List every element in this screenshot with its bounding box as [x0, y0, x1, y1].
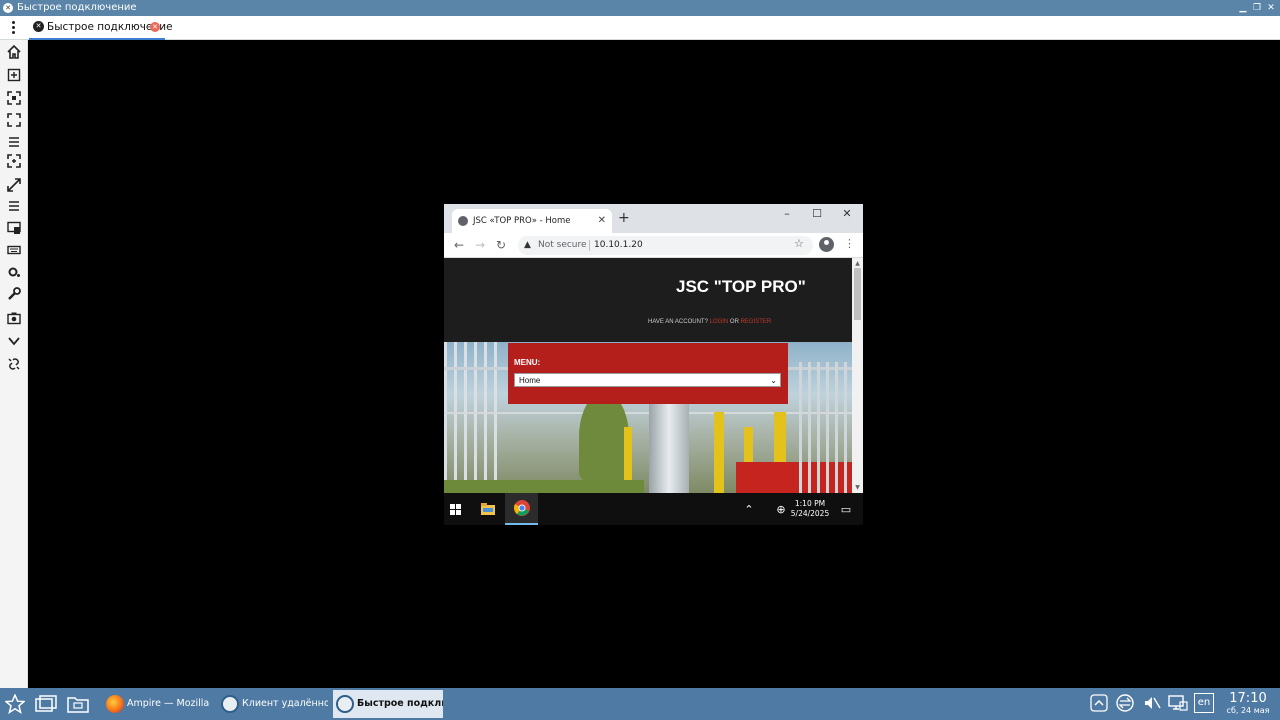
divider — [589, 240, 590, 251]
browser-tab[interactable]: JSC «TOP PRO» - Home ✕ — [452, 209, 612, 233]
display-icon[interactable] — [1168, 693, 1188, 713]
task-label: Ampire — Mozilla ... — [127, 698, 213, 709]
firefox-icon — [106, 695, 124, 713]
close-tab-icon[interactable]: ✕ — [598, 209, 606, 233]
main-menu-button[interactable] — [6, 20, 20, 38]
menu-select[interactable]: Home ⌄ — [514, 373, 781, 387]
chevron-down-icon: ⌄ — [770, 376, 777, 385]
window-title: Быстрое подключение — [17, 2, 137, 13]
warning-icon: ▲ — [524, 240, 531, 250]
profile-icon[interactable] — [819, 237, 834, 252]
scroll-thumb[interactable] — [854, 268, 861, 320]
remmina-icon — [336, 695, 354, 713]
minimize-toolbar-icon[interactable] — [5, 332, 23, 350]
remmina-icon: ✕ — [33, 21, 44, 32]
menu-select-value: Home — [519, 376, 541, 385]
new-window-icon[interactable] — [5, 66, 23, 84]
web-page: JSC "TOP PRO" HAVE AN ACCOUNT? LOGIN OR … — [444, 258, 852, 493]
multi-monitor-icon[interactable] — [5, 219, 23, 237]
minimize-icon[interactable]: – — [777, 207, 797, 220]
account-line: HAVE AN ACCOUNT? LOGIN OR REGISTER — [648, 319, 771, 325]
volume-muted-icon[interactable] — [1142, 693, 1162, 713]
show-desktop-icon[interactable] — [35, 691, 57, 717]
task-firefox[interactable]: Ampire — Mozilla ... — [103, 690, 213, 718]
keyboard-layout[interactable]: en — [1194, 693, 1214, 713]
close-icon[interactable]: ✕ — [837, 207, 857, 220]
minimize-icon[interactable]: ▁ — [1236, 0, 1250, 16]
disconnect-icon[interactable] — [5, 355, 23, 373]
keyboard-icon[interactable] — [5, 241, 23, 259]
preferences-icon[interactable] — [5, 263, 23, 281]
tab-quick-connect[interactable]: ✕ Быстрое подключение ✕ — [29, 16, 173, 40]
host-date: сб, 24 мая — [1226, 706, 1270, 715]
remote-toolbar — [0, 40, 28, 688]
remote-browser-window: JSC «TOP PRO» - Home ✕ + – ☐ ✕ ← → ↻ ▲ N… — [444, 204, 863, 493]
scroll-up-icon[interactable]: ▲ — [852, 260, 863, 267]
globe-icon — [458, 216, 468, 226]
or-text: OR — [729, 319, 739, 325]
chrome-taskbar-icon[interactable] — [505, 493, 538, 525]
address-bar[interactable]: ▲ Not secure 10.10.1.20 — [518, 236, 813, 255]
fit-window-icon[interactable] — [5, 89, 23, 107]
dynamic-resolution-icon[interactable] — [5, 176, 23, 194]
file-explorer-icon[interactable] — [476, 493, 500, 525]
home-icon[interactable] — [5, 43, 23, 61]
bookmark-star-icon[interactable]: ☆ — [794, 237, 804, 250]
tray-expand-icon[interactable] — [1089, 693, 1109, 713]
browser-toolbar: ← → ↻ ▲ Not secure 10.10.1.20 ☆ ⋮ — [444, 233, 863, 258]
scale-icon[interactable] — [5, 152, 23, 170]
remmina-icon — [221, 695, 239, 713]
account-prefix: HAVE AN ACCOUNT? — [648, 319, 708, 325]
windows-start-icon[interactable] — [444, 493, 466, 525]
tray-chevron-up-icon[interactable]: ⌃ — [740, 493, 758, 525]
task-quick-connect[interactable]: Быстрое подклю... — [333, 690, 443, 718]
file-manager-icon[interactable] — [67, 691, 89, 717]
app-icon: ✕ — [3, 3, 13, 13]
remote-date: 5/24/2025 — [790, 509, 830, 518]
network-icon[interactable] — [1115, 693, 1135, 713]
fullscreen-icon[interactable] — [5, 111, 23, 129]
remote-taskbar: ⌃ ⊕ 1:10 PM 5/24/2025 ▭ — [444, 493, 863, 525]
new-tab-icon[interactable]: + — [618, 210, 630, 226]
restore-icon[interactable]: ❐ — [1250, 0, 1264, 16]
reload-icon[interactable]: ↻ — [493, 237, 509, 253]
site-title: JSC "TOP PRO" — [676, 277, 806, 296]
host-clock[interactable]: 17:10 сб, 24 мая — [1220, 691, 1276, 716]
connection-tabbar: ✕ Быстрое подключение ✕ — [0, 16, 1280, 40]
back-icon[interactable]: ← — [451, 237, 467, 253]
task-label: Быстрое подклю... — [357, 698, 443, 709]
page-scrollbar[interactable]: ▲ ▼ — [852, 258, 863, 493]
remote-time: 1:10 PM — [794, 499, 826, 508]
url-text: 10.10.1.20 — [594, 240, 643, 250]
host-time: 17:10 — [1229, 691, 1267, 706]
list-icon[interactable] — [5, 197, 23, 215]
menu-lines-icon[interactable] — [5, 133, 23, 151]
browser-tabstrip: JSC «TOP PRO» - Home ✕ + – ☐ ✕ — [444, 204, 863, 233]
menu-label: MENU: — [514, 358, 541, 367]
host-taskbar: Ampire — Mozilla ... Клиент удалённо... … — [0, 688, 1280, 720]
browser-menu-icon[interactable]: ⋮ — [844, 237, 855, 250]
browser-tab-title: JSC «TOP PRO» - Home — [473, 216, 571, 226]
task-remote-client[interactable]: Клиент удалённо... — [218, 690, 328, 718]
scroll-down-icon[interactable]: ▼ — [852, 484, 863, 491]
notifications-icon[interactable]: ▭ — [837, 493, 855, 525]
task-label: Клиент удалённо... — [242, 698, 328, 709]
screenshot-icon[interactable] — [5, 309, 23, 327]
window-titlebar: ✕ Быстрое подключение ▁ ❐ ✕ — [0, 0, 1280, 16]
login-link[interactable]: LOGIN — [710, 319, 729, 325]
maximize-icon[interactable]: ☐ — [807, 207, 827, 220]
security-label: Not secure — [538, 240, 587, 250]
menu-box: MENU: Home ⌄ — [508, 343, 788, 404]
remote-clock[interactable]: 1:10 PM 5/24/2025 — [789, 499, 831, 519]
forward-icon[interactable]: → — [472, 237, 488, 253]
tools-icon[interactable] — [5, 285, 23, 303]
register-link[interactable]: REGISTER — [741, 319, 772, 325]
start-menu-icon[interactable] — [5, 691, 25, 717]
close-tab-icon[interactable]: ✕ — [150, 22, 160, 32]
network-globe-icon[interactable]: ⊕ — [772, 493, 790, 525]
close-icon[interactable]: ✕ — [1264, 0, 1278, 16]
